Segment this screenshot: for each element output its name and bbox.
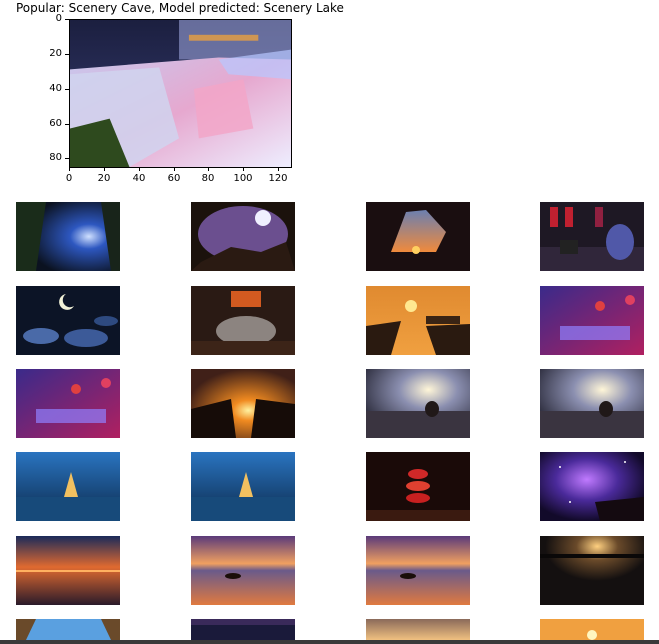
x-tick-label: 120	[263, 167, 293, 185]
thumbnail-boat-reflection	[366, 536, 470, 605]
thumbnail-cat-fireplace	[191, 286, 295, 355]
main-image-plot	[69, 19, 292, 168]
thumbnail-apple-spiral	[366, 452, 470, 521]
waterfall-image	[70, 20, 291, 167]
x-tick-label: 80	[193, 167, 223, 185]
y-tick-label: 0	[34, 13, 69, 25]
y-tick-label: 20	[34, 48, 69, 60]
thumbnail-desert-sunset	[540, 619, 644, 640]
thumbnail-cave-sky	[16, 619, 120, 640]
thumbnail-sailboat-blue	[191, 452, 295, 521]
thumbnail-beach-sunset	[16, 536, 120, 605]
x-tick-label: 20	[89, 167, 119, 185]
figure-title: Popular: Scenery Cave, Model predicted: …	[16, 1, 344, 15]
thumbnail-cliff-sunburst	[191, 369, 295, 438]
x-tick-label: 60	[159, 167, 189, 185]
thumbnail-moon-clouds	[16, 286, 120, 355]
thumbnail-night-sky	[191, 619, 295, 640]
x-tick-label: 40	[124, 167, 154, 185]
thumbnail-dark-lake-sunset	[540, 536, 644, 605]
thumbnail-cave-moon	[191, 202, 295, 271]
thumbnail-balloons-neon	[16, 369, 120, 438]
thumbnail-sunset-glow	[366, 619, 470, 640]
x-tick-label: 100	[228, 167, 258, 185]
thumbnail-galaxy-unicorn	[540, 452, 644, 521]
y-tick-label: 80	[34, 152, 69, 164]
thumbnail-cliff-sunset	[366, 202, 470, 271]
thumbnail-balloons-neon	[540, 286, 644, 355]
y-tick-label: 60	[34, 118, 69, 130]
thumbnail-meditation-lake	[540, 369, 644, 438]
thumbnail-meditation-lake	[366, 369, 470, 438]
thumbnail-cave-light	[16, 202, 120, 271]
x-tick-label: 0	[54, 167, 84, 185]
y-tick-label: 40	[34, 83, 69, 95]
thumbnail-person-at-desk	[540, 202, 644, 271]
thumbnail-impossible-jump	[366, 286, 470, 355]
horizontal-scrollbar[interactable]	[0, 640, 659, 644]
thumbnail-sailboat-blue	[16, 452, 120, 521]
thumbnail-boat-reflection	[191, 536, 295, 605]
